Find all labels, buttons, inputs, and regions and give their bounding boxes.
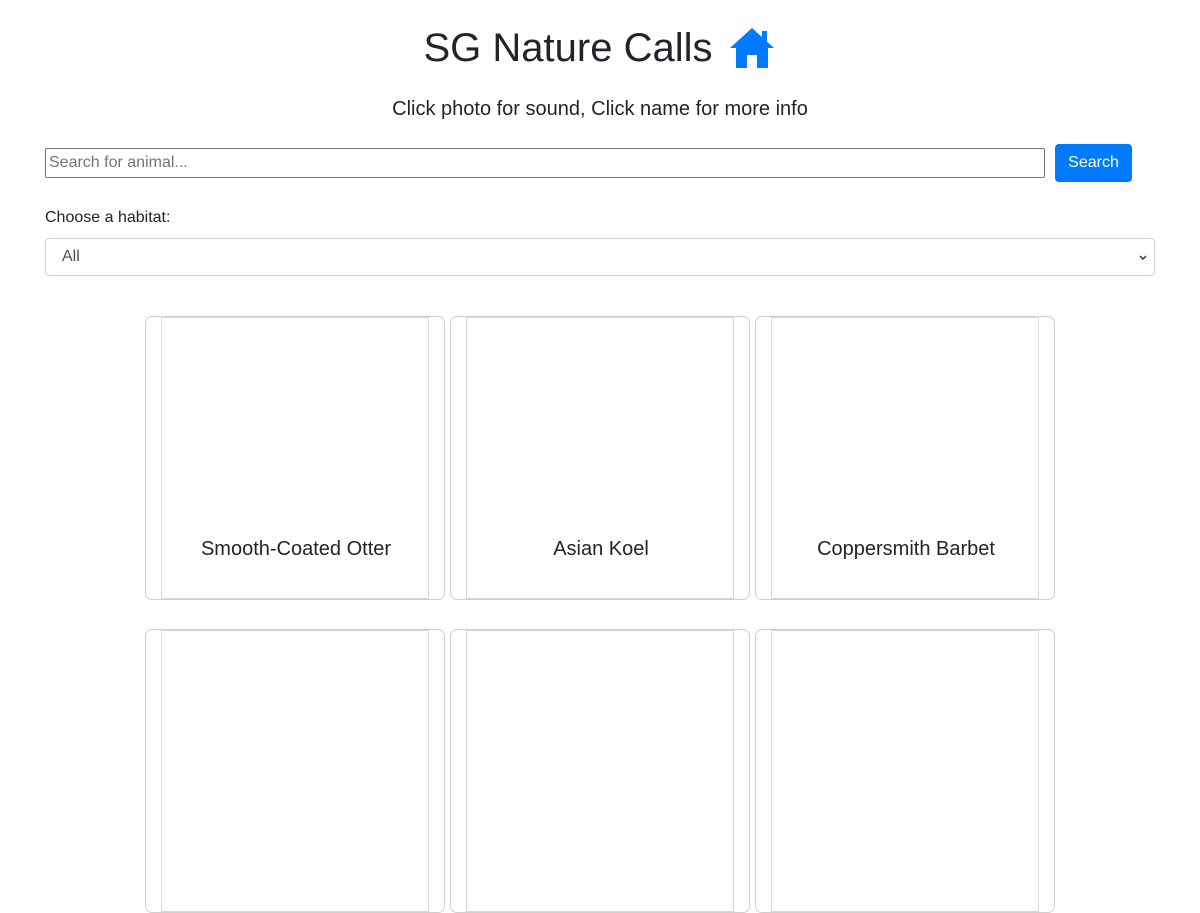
habitat-selected-value: All: [62, 248, 80, 265]
chevron-down-icon: [1138, 251, 1148, 263]
animal-name[interactable]: Asian Koel: [451, 537, 751, 561]
search-input[interactable]: [45, 148, 1045, 178]
animal-photo[interactable]: [161, 630, 429, 912]
animal-card[interactable]: Coppersmith Barbet: [755, 316, 1055, 600]
habitat-label: Choose a habitat:: [45, 209, 171, 226]
animal-card[interactable]: [450, 629, 750, 913]
animal-photo[interactable]: [466, 630, 734, 912]
animal-card[interactable]: [145, 629, 445, 913]
animal-card[interactable]: [755, 629, 1055, 913]
title-row: SG Nature Calls: [0, 24, 1200, 72]
search-button[interactable]: Search: [1055, 144, 1132, 182]
page-header: SG Nature Calls Click photo for sound, C…: [0, 0, 1200, 120]
animal-card[interactable]: Asian Koel: [450, 316, 750, 600]
animal-name[interactable]: Smooth-Coated Otter: [146, 537, 446, 561]
animal-card[interactable]: Smooth-Coated Otter: [145, 316, 445, 600]
home-icon[interactable]: [728, 26, 776, 70]
animal-name[interactable]: Coppersmith Barbet: [756, 537, 1056, 561]
page-title: SG Nature Calls: [423, 26, 713, 70]
animal-photo[interactable]: [771, 630, 1039, 912]
page-subtitle: Click photo for sound, Click name for mo…: [392, 98, 808, 120]
habitat-select[interactable]: All: [45, 238, 1155, 276]
